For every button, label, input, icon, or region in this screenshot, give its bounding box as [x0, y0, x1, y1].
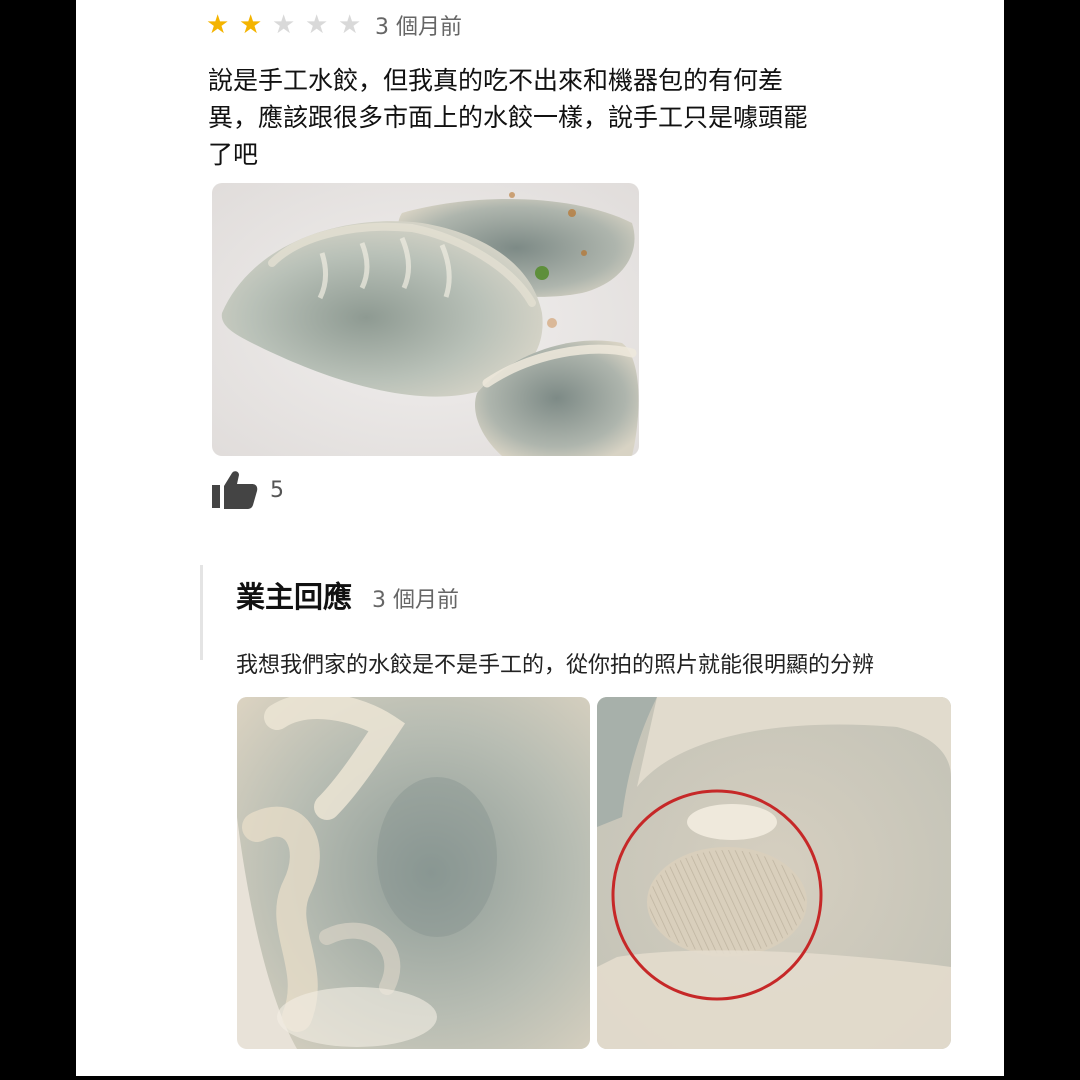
star-icon: ★ — [338, 10, 362, 40]
review-text: 說是手工水餃，但我真的吃不出來和機器包的有何差 異，應該跟很多市面上的水餃一樣，… — [208, 62, 868, 173]
reply-text: 我想我們家的水餃是不是手工的，從你拍的照片就能很明顯的分辨 — [236, 653, 875, 678]
owner-response-label: 業主回應 — [236, 580, 353, 614]
review-text-line: 了吧 — [208, 140, 259, 169]
star-icon: ★ — [305, 10, 329, 40]
review-timestamp: 3 個月前 — [375, 15, 462, 40]
review-text-line: 說是手工水餃，但我真的吃不出來和機器包的有何差 — [208, 66, 784, 95]
star-icon: ★ — [206, 10, 230, 40]
like-count: 5 — [270, 477, 284, 503]
review-photo[interactable] — [212, 183, 639, 456]
reply-divider — [200, 565, 203, 660]
thumbs-up-icon[interactable] — [212, 470, 258, 510]
reply-timestamp: 3 個月前 — [372, 588, 460, 613]
review-header: ★ ★ ★ ★ ★ 3 個月前 — [206, 8, 462, 42]
review-page: ★ ★ ★ ★ ★ 3 個月前 說是手工水餃，但我真的吃不出來和機器包的有何差 … — [76, 0, 1004, 1076]
reply-header: 業主回應 3 個月前 — [236, 574, 459, 616]
reply-photo-highlighted[interactable] — [597, 697, 951, 1049]
reply-photo[interactable] — [237, 697, 590, 1049]
like-row[interactable]: 5 — [212, 470, 284, 510]
review-text-line: 異，應該跟很多市面上的水餃一樣，說手工只是噱頭罷 — [208, 103, 809, 132]
star-rating: ★ ★ ★ ★ ★ — [206, 12, 371, 38]
star-icon: ★ — [272, 10, 296, 40]
star-icon: ★ — [239, 10, 263, 40]
